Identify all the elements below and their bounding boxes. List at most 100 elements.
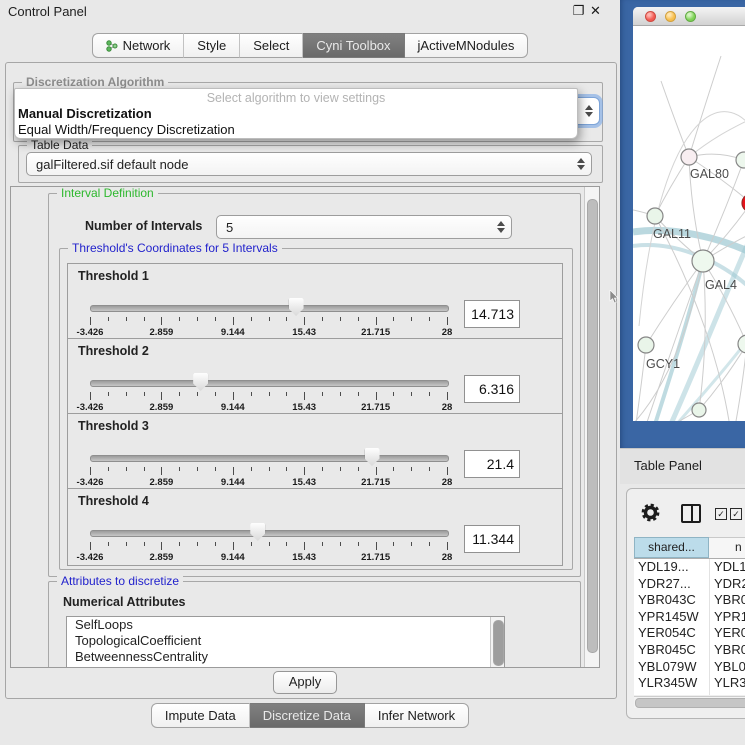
slider-ruler: -3.4262.8599.14415.4321.71528 [90, 392, 447, 414]
table-row[interactable]: YPR145W YPR1 [634, 609, 745, 626]
stepper-arrows-icon [577, 158, 585, 170]
attributes-listbox[interactable]: SelfLoops TopologicalCoefficient Between… [66, 616, 505, 668]
column-header-label: n [735, 540, 742, 554]
threshold-value-field[interactable] [464, 525, 520, 553]
float-window-button[interactable]: ❐ [572, 4, 585, 17]
checkbox-icon[interactable]: ✓ [715, 508, 727, 520]
slider-thumb[interactable] [193, 373, 208, 391]
table-row[interactable]: YBR045C YBR0 [634, 642, 745, 659]
cell-name: YLR3 [709, 675, 745, 692]
threshold-3-block: Threshold 3 -3.4262.8599.14415.4321.7152… [67, 413, 563, 491]
cell-name: YBR0 [709, 642, 745, 659]
threshold-label: Threshold 4 [78, 494, 149, 508]
number-of-intervals-label: Number of Intervals [85, 219, 202, 233]
table-row[interactable]: YBR043C YBR0 [634, 592, 745, 609]
stepper-arrows-icon [585, 105, 593, 117]
threshold-label: Threshold 3 [78, 419, 149, 433]
group-title: Table Data [27, 138, 92, 152]
threshold-1-block: Threshold 1 -3.4262.8599.14415.4321.7152… [67, 263, 563, 341]
attribute-list-item[interactable]: BetweennessCentrality [67, 649, 504, 665]
slider-thumb[interactable] [289, 298, 304, 316]
number-of-intervals-combobox[interactable]: 5 [216, 215, 512, 239]
threshold-4-block: Threshold 4 -3.4262.8599.14415.4321.7152… [67, 488, 563, 566]
table-header-row: shared... n [634, 537, 745, 559]
checkbox-icon[interactable]: ✓ [730, 508, 742, 520]
dropdown-hint: Select algorithm to view settings [15, 91, 577, 105]
cell-shared-name: YLR345W [634, 675, 709, 692]
attribute-name: SelfLoops [75, 617, 133, 632]
column-header-shared[interactable]: shared... [634, 537, 709, 558]
threshold-value-field[interactable] [464, 300, 520, 328]
slider-ruler: -3.4262.8599.14415.4321.71528 [90, 467, 447, 489]
tab-style[interactable]: Style [184, 33, 240, 58]
table-row[interactable]: YLR345W YLR3 [634, 675, 745, 692]
algorithm-dropdown-popup: Select algorithm to view settings Manual… [14, 88, 578, 139]
settings-scrollbar[interactable] [584, 187, 599, 667]
cell-shared-name: YDR27... [634, 576, 709, 593]
dropdown-option-manual[interactable]: Manual Discretization [18, 106, 152, 121]
slider-thumb[interactable] [250, 523, 265, 541]
network-window-titlebar[interactable] [633, 7, 745, 26]
tab-network[interactable]: Network [92, 33, 185, 58]
slider-ruler: -3.4262.8599.14415.4321.71528 [90, 542, 447, 564]
network-view[interactable]: GAL80G.CGAL11GAL4GCY1HHAP2 [633, 26, 745, 421]
threshold-value-field[interactable] [464, 375, 520, 403]
cell-name: YIL0 [709, 692, 745, 695]
group-title: Attributes to discretize [57, 574, 183, 588]
close-window-icon[interactable] [645, 11, 656, 22]
slider-thumb[interactable] [365, 448, 380, 466]
table-panel-titlebar: Table Panel [620, 448, 745, 484]
network-node-GAL11 [647, 208, 663, 224]
table-panel-title: Table Panel [634, 458, 702, 473]
tab-impute-data[interactable]: Impute Data [151, 703, 250, 728]
minimize-window-icon[interactable] [665, 11, 676, 22]
bottom-tab-bar: Impute Data Discretize Data Infer Networ… [0, 703, 620, 728]
apply-button[interactable]: Apply [273, 671, 337, 694]
tab-label: jActiveMNodules [418, 34, 515, 57]
tab-cyni-toolbox[interactable]: Cyni Toolbox [303, 33, 404, 58]
control-panel-titlebar: Control Panel ❐ ✕ [0, 0, 620, 22]
dropdown-option-equal-width[interactable]: Equal Width/Frequency Discretization [18, 122, 235, 137]
tab-label: Network [123, 34, 171, 57]
tab-select[interactable]: Select [240, 33, 303, 58]
attribute-list-item[interactable]: SelfLoops [67, 617, 504, 633]
table-row[interactable]: YER054C YER0 [634, 625, 745, 642]
network-window[interactable]: GAL80G.CGAL11GAL4GCY1HHAP2 [633, 7, 745, 421]
tab-discretize-data[interactable]: Discretize Data [250, 703, 365, 728]
cell-name: YPR1 [709, 609, 745, 626]
slider-track[interactable] [90, 380, 449, 387]
group-title: Discretization Algorithm [22, 75, 168, 89]
tab-label: Discretize Data [263, 704, 351, 727]
slider-ruler: -3.4262.8599.14415.4321.71528 [90, 317, 447, 339]
threshold-value-field[interactable] [464, 450, 520, 478]
table-data-group: Table Data galFiltered.sif default node [18, 145, 603, 183]
column-header-name[interactable]: n [709, 537, 745, 558]
table-row[interactable]: YBL079W YBL0 [634, 659, 745, 676]
split-columns-icon[interactable] [681, 504, 701, 523]
slider-track[interactable] [90, 530, 449, 537]
slider-track[interactable] [90, 305, 449, 312]
tab-label: Cyni Toolbox [316, 34, 390, 57]
network-icon [106, 40, 118, 52]
network-node-GAL80 [681, 149, 697, 165]
zoom-window-icon[interactable] [685, 11, 696, 22]
table-row[interactable]: YIL052C YIL0 [634, 692, 745, 695]
node-label: GCY1 [646, 357, 680, 371]
table-horizontal-scrollbar[interactable] [634, 696, 745, 708]
cell-name: YDL1 [709, 559, 745, 576]
table-data-combobox[interactable]: galFiltered.sif default node [26, 152, 592, 176]
group-title: Threshold's Coordinates for 5 Intervals [68, 241, 282, 255]
tab-label: Select [253, 34, 289, 57]
cell-shared-name: YBR045C [634, 642, 709, 659]
table-row[interactable]: YDR27... YDR2 [634, 576, 745, 593]
cell-shared-name: YDL19... [634, 559, 709, 576]
slider-track[interactable] [90, 455, 449, 462]
cell-shared-name: YPR145W [634, 609, 709, 626]
tab-infer-network[interactable]: Infer Network [365, 703, 469, 728]
list-scrollbar[interactable] [490, 617, 504, 668]
close-panel-button[interactable]: ✕ [589, 4, 602, 17]
tab-jactivemnodules[interactable]: jActiveMNodules [405, 33, 529, 58]
table-row[interactable]: YDL19... YDL1 [634, 559, 745, 576]
gear-icon[interactable] [641, 503, 660, 522]
attribute-list-item[interactable]: TopologicalCoefficient [67, 633, 504, 649]
